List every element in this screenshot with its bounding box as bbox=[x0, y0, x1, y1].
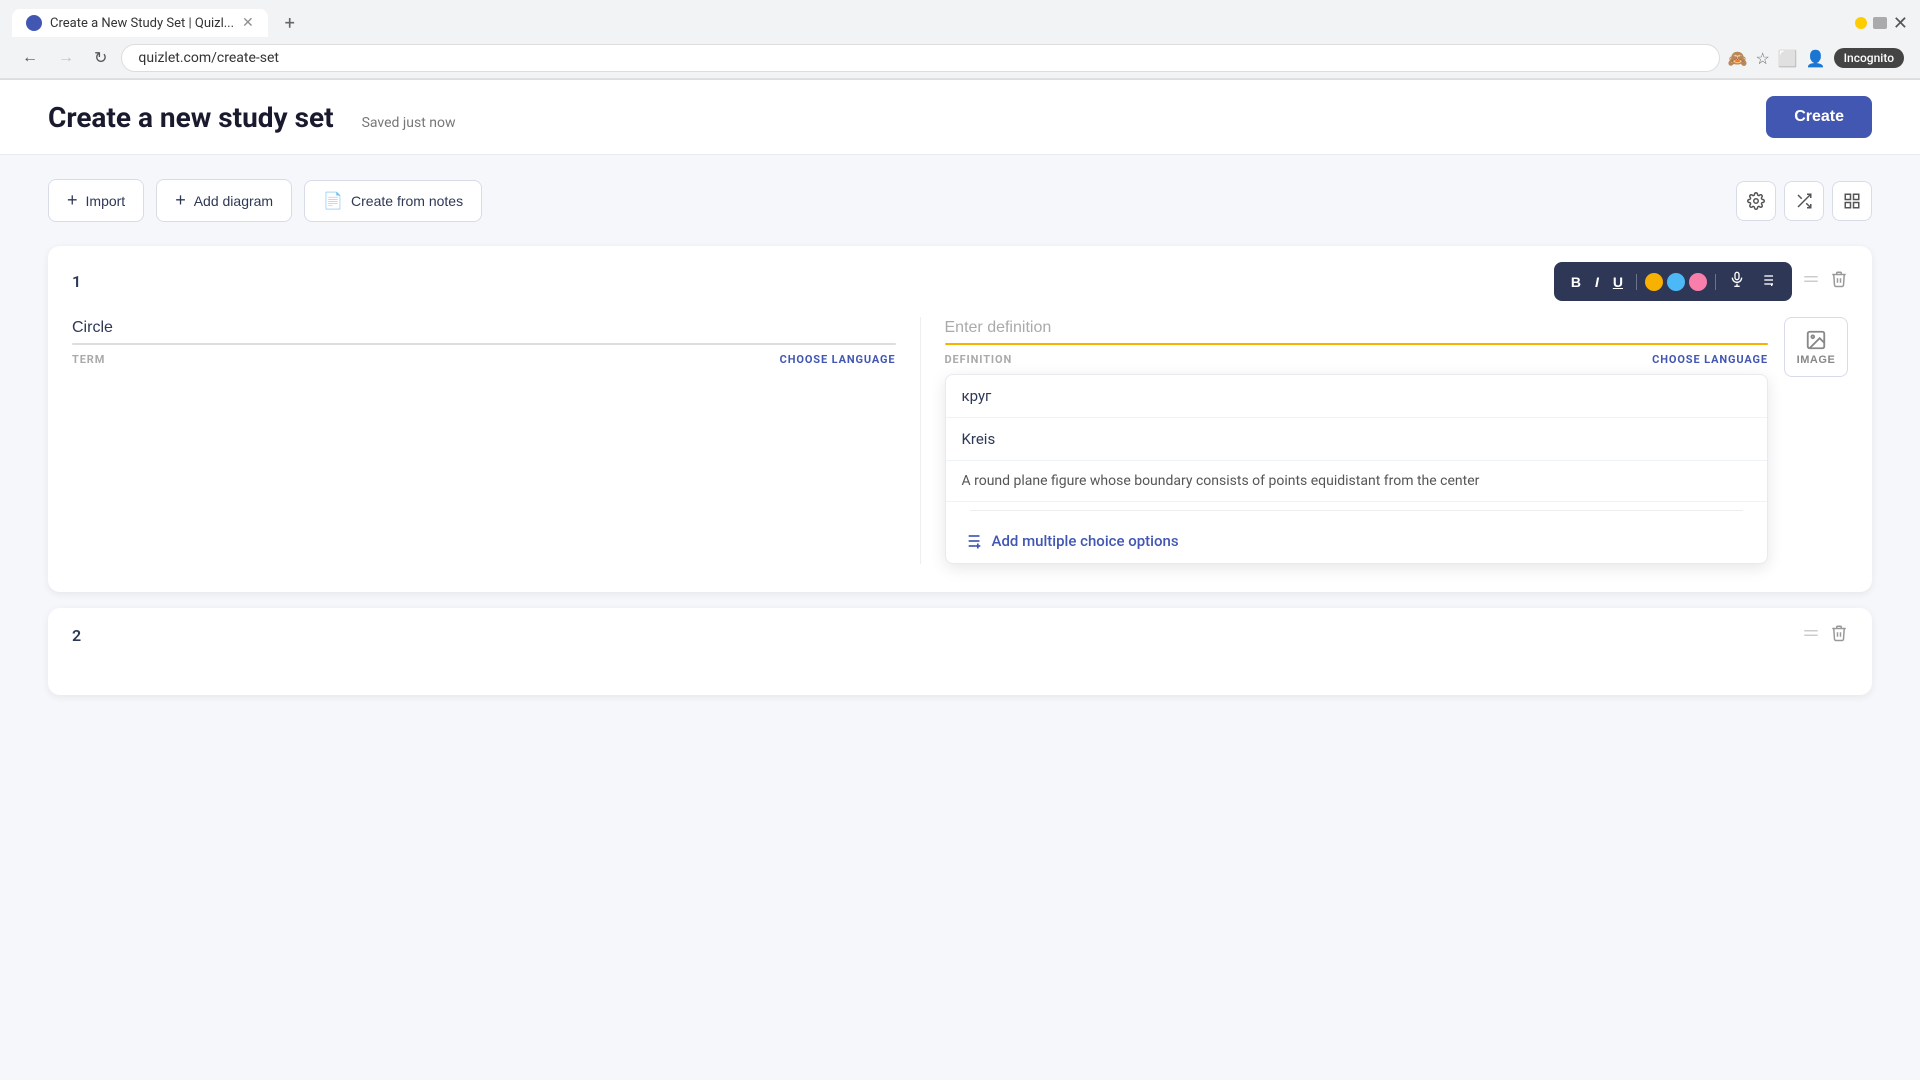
create-from-notes-button[interactable]: 📄 Create from notes bbox=[304, 180, 482, 222]
mic-icon bbox=[1729, 271, 1745, 287]
notes-icon: 📄 bbox=[323, 191, 343, 211]
add-diagram-label: Add diagram bbox=[194, 193, 273, 209]
card-2-number: 2 bbox=[72, 626, 81, 645]
window-controls: ✕ bbox=[1855, 13, 1908, 34]
grid-icon bbox=[1843, 192, 1861, 210]
delete-card-2-button[interactable] bbox=[1830, 624, 1848, 647]
close-window-button[interactable]: ✕ bbox=[1893, 13, 1908, 34]
incognito-badge: Incognito bbox=[1834, 48, 1904, 68]
forward-button[interactable]: → bbox=[52, 45, 80, 71]
image-icon bbox=[1805, 329, 1827, 351]
list-plus-icon bbox=[962, 531, 982, 551]
definition-label: DEFINITION bbox=[945, 353, 1013, 366]
card-2: 2 bbox=[48, 608, 1872, 695]
toolbar-separator-1 bbox=[1636, 274, 1637, 290]
trash-icon bbox=[1830, 270, 1848, 288]
favicon bbox=[26, 15, 42, 31]
image-button[interactable]: IMAGE bbox=[1784, 317, 1848, 377]
settings-button[interactable] bbox=[1736, 181, 1776, 221]
maximize-button[interactable] bbox=[1873, 17, 1887, 29]
toolbar-separator-2 bbox=[1715, 274, 1716, 290]
active-tab[interactable]: Create a New Study Set | Quizl... ✕ bbox=[12, 9, 268, 37]
toolbar: + Import + Add diagram 📄 Create from not… bbox=[0, 155, 1920, 222]
mic-button[interactable] bbox=[1724, 268, 1750, 295]
drag-icon-2 bbox=[1802, 624, 1820, 642]
bold-button[interactable]: B bbox=[1566, 271, 1586, 293]
suggestion-item-2[interactable]: A round plane figure whose boundary cons… bbox=[946, 461, 1768, 502]
profile-icon[interactable]: 👤 bbox=[1806, 49, 1826, 68]
diagram-plus-icon: + bbox=[175, 190, 186, 211]
color-pink-button[interactable] bbox=[1689, 273, 1707, 291]
browser-chrome: Create a New Study Set | Quizl... ✕ + ✕ … bbox=[0, 0, 1920, 80]
card-1-number: 1 bbox=[72, 272, 81, 291]
suggestions-dropdown: круг Kreis A round plane figure whose bo… bbox=[945, 374, 1769, 564]
add-multiple-choice-button[interactable]: Add multiple choice options bbox=[946, 519, 1768, 563]
list-plus-icon bbox=[1759, 272, 1775, 288]
suggestions-divider bbox=[970, 510, 1744, 511]
term-label: TERM bbox=[72, 353, 105, 366]
saved-status: Saved just now bbox=[362, 115, 456, 131]
gear-icon bbox=[1747, 192, 1765, 210]
definition-field: DEFINITION CHOOSE LANGUAGE круг Kreis A … bbox=[921, 317, 1849, 564]
create-from-notes-label: Create from notes bbox=[351, 193, 463, 209]
card-2-header: 2 bbox=[48, 608, 1872, 647]
add-choice-label: Add multiple choice options bbox=[992, 532, 1179, 550]
grid-button[interactable] bbox=[1832, 181, 1872, 221]
import-label: Import bbox=[86, 193, 126, 209]
shuffle-button[interactable] bbox=[1784, 181, 1824, 221]
plus-icon: + bbox=[67, 190, 78, 211]
shuffle-icon bbox=[1795, 192, 1813, 210]
definition-meta: DEFINITION CHOOSE LANGUAGE bbox=[945, 353, 1769, 366]
more-options-button[interactable] bbox=[1754, 269, 1780, 294]
add-diagram-button[interactable]: + Add diagram bbox=[156, 179, 292, 222]
title-bar: Create a New Study Set | Quizl... ✕ + ✕ bbox=[0, 0, 1920, 38]
close-tab-button[interactable]: ✕ bbox=[242, 15, 254, 31]
address-bar: ← → ↻ quizlet.com/create-set 🙈 ☆ ⬜ 👤 Inc… bbox=[0, 38, 1920, 79]
eye-off-icon: 🙈 bbox=[1728, 49, 1748, 68]
address-icons: 🙈 ☆ ⬜ 👤 Incognito bbox=[1728, 48, 1904, 68]
url-text: quizlet.com/create-set bbox=[138, 50, 1702, 66]
definition-underline bbox=[945, 343, 1769, 345]
underline-button[interactable]: U bbox=[1608, 271, 1628, 293]
drag-handle[interactable] bbox=[1802, 270, 1820, 293]
card-1-footer bbox=[48, 564, 1872, 592]
extension-icon[interactable]: ⬜ bbox=[1778, 49, 1798, 68]
term-choose-language[interactable]: CHOOSE LANGUAGE bbox=[780, 353, 896, 366]
suggestion-item-1[interactable]: Kreis bbox=[946, 418, 1768, 461]
tab-title: Create a New Study Set | Quizl... bbox=[50, 16, 234, 31]
back-button[interactable]: ← bbox=[16, 45, 44, 71]
definition-choose-language[interactable]: CHOOSE LANGUAGE bbox=[1652, 353, 1768, 366]
term-meta: TERM CHOOSE LANGUAGE bbox=[72, 353, 896, 366]
card-1: 1 B I U bbox=[48, 246, 1872, 592]
cards-area: 1 B I U bbox=[0, 222, 1920, 719]
card-1-fields: TERM CHOOSE LANGUAGE DEFINITION CHOOSE L… bbox=[48, 301, 1872, 564]
tab-bar: Create a New Study Set | Quizl... ✕ + bbox=[12, 9, 304, 37]
minimize-button[interactable] bbox=[1855, 17, 1867, 29]
toolbar-right bbox=[1736, 181, 1872, 221]
delete-card-1-button[interactable] bbox=[1830, 270, 1848, 293]
suggestion-item-0[interactable]: круг bbox=[946, 375, 1768, 418]
card-1-header: 1 B I U bbox=[48, 246, 1872, 301]
import-button[interactable]: + Import bbox=[48, 179, 144, 222]
new-tab-button[interactable]: + bbox=[276, 9, 304, 37]
url-bar[interactable]: quizlet.com/create-set bbox=[121, 44, 1719, 72]
format-toolbar: B I U bbox=[1554, 262, 1792, 301]
create-button[interactable]: Create bbox=[1766, 96, 1872, 138]
term-underline bbox=[72, 343, 896, 345]
drag-handle-2[interactable] bbox=[1802, 624, 1820, 647]
color-yellow-button[interactable] bbox=[1645, 273, 1663, 291]
color-blue-button[interactable] bbox=[1667, 273, 1685, 291]
italic-button[interactable]: I bbox=[1590, 271, 1604, 293]
term-field: TERM CHOOSE LANGUAGE bbox=[72, 317, 921, 564]
refresh-button[interactable]: ↻ bbox=[88, 44, 113, 72]
image-label: IMAGE bbox=[1797, 354, 1836, 366]
app-header: Create a new study set Saved just now Cr… bbox=[0, 80, 1920, 155]
term-input[interactable] bbox=[72, 319, 896, 343]
star-icon[interactable]: ☆ bbox=[1755, 49, 1769, 68]
drag-icon bbox=[1802, 270, 1820, 288]
definition-input[interactable] bbox=[945, 319, 1769, 343]
page-title: Create a new study set bbox=[48, 101, 334, 134]
trash-icon-2 bbox=[1830, 624, 1848, 642]
